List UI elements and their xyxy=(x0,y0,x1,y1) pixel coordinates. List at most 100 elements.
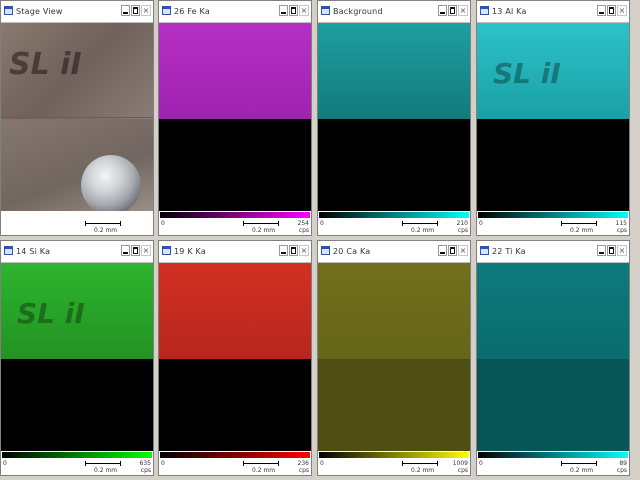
window-titlebar[interactable]: 22 Ti Ka × xyxy=(477,241,629,263)
scale-bar-label: 0.2 mm xyxy=(252,227,276,234)
stage-crosshair-horizontal xyxy=(1,117,153,118)
window-titlebar[interactable]: 20 Ca Ka × xyxy=(318,241,470,263)
colorbar-min-label: 0 xyxy=(320,460,324,467)
close-button[interactable]: × xyxy=(617,5,627,16)
maximize-button[interactable] xyxy=(289,245,298,256)
scale-bar-label: 0.2 mm xyxy=(570,227,594,234)
window-title: 13 Al Ka xyxy=(492,7,527,16)
colorbar-unit-label: cps xyxy=(298,467,309,474)
minimize-button[interactable] xyxy=(438,5,447,16)
colorbar-unit-label: cps xyxy=(298,227,309,234)
maximize-button[interactable] xyxy=(448,245,457,256)
map-lower-region xyxy=(1,359,153,451)
minimize-button[interactable] xyxy=(121,245,130,256)
scale-bar-line xyxy=(561,221,597,226)
maximize-button[interactable] xyxy=(607,245,616,256)
window-titlebar[interactable]: 19 K Ka × xyxy=(159,241,311,263)
minimize-button[interactable] xyxy=(438,245,447,256)
minimize-button[interactable] xyxy=(279,5,288,16)
element-map-image xyxy=(159,263,311,451)
colorbar-unit-label: cps xyxy=(457,467,468,474)
map-footer: 0.2 mm xyxy=(1,211,153,235)
window-icon xyxy=(321,246,330,255)
colorbar-unit-label: cps xyxy=(140,467,151,474)
maximize-button[interactable] xyxy=(131,5,140,16)
element-map-image: SL iI xyxy=(1,23,153,215)
scale-bar-line xyxy=(561,461,597,466)
map-window-ca-ka[interactable]: 20 Ca Ka × 0 1009 cps 0.2 mm xyxy=(317,240,471,476)
window-title: 14 Si Ka xyxy=(16,247,51,256)
sample-marking-text: SL iI xyxy=(9,47,82,82)
map-footer: 0 1009 cps 0.2 mm xyxy=(318,451,470,475)
map-window-stage-view[interactable]: Stage View × SL iI 0.2 mm xyxy=(0,0,154,236)
scale-bar-label: 0.2 mm xyxy=(252,467,276,474)
map-footer: 0 254 cps 0.2 mm xyxy=(159,211,311,235)
window-titlebar[interactable]: Stage View × xyxy=(1,1,153,23)
element-map-image xyxy=(318,23,470,211)
map-upper-region xyxy=(159,23,311,119)
map-window-background[interactable]: Background × 0 210 cps 0.2 mm xyxy=(317,0,471,236)
intensity-colorbar xyxy=(478,452,628,458)
scale-bar-label: 0.2 mm xyxy=(94,467,118,474)
sample-marking-text: SL iI xyxy=(493,57,561,90)
element-map-image xyxy=(159,23,311,211)
map-lower-region xyxy=(159,359,311,451)
window-title: 22 Ti Ka xyxy=(492,247,526,256)
close-button[interactable]: × xyxy=(458,5,468,16)
colorbar-min-label: 0 xyxy=(320,220,324,227)
minimize-button[interactable] xyxy=(279,245,288,256)
sample-marking-text: SL iI xyxy=(17,297,85,330)
maximize-button[interactable] xyxy=(131,245,140,256)
scale-bar-label: 0.2 mm xyxy=(411,467,435,474)
window-titlebar[interactable]: 26 Fe Ka × xyxy=(159,1,311,23)
window-icon xyxy=(4,246,13,255)
window-title: 20 Ca Ka xyxy=(333,247,371,256)
colorbar-min-label: 0 xyxy=(161,220,165,227)
map-upper-region xyxy=(318,263,470,359)
map-window-fe-ka[interactable]: 26 Fe Ka × 0 254 cps 0.2 mm xyxy=(158,0,312,236)
colorbar-max-label: 236 xyxy=(297,460,309,467)
minimize-button[interactable] xyxy=(597,5,606,16)
map-upper-region xyxy=(159,263,311,359)
close-button[interactable]: × xyxy=(617,245,627,256)
close-button[interactable]: × xyxy=(458,245,468,256)
intensity-colorbar xyxy=(160,452,310,458)
maximize-button[interactable] xyxy=(607,5,616,16)
stage-reflective-object xyxy=(81,155,141,215)
maximize-button[interactable] xyxy=(448,5,457,16)
maximize-button[interactable] xyxy=(289,5,298,16)
window-icon xyxy=(321,6,330,15)
close-button[interactable]: × xyxy=(299,5,309,16)
map-window-ti-ka[interactable]: 22 Ti Ka × 0 89 cps 0.2 mm xyxy=(476,240,630,476)
map-lower-region xyxy=(159,119,311,211)
window-titlebar[interactable]: Background × xyxy=(318,1,470,23)
scale-bar-label: 0.2 mm xyxy=(570,467,594,474)
map-window-k-ka[interactable]: 19 K Ka × 0 236 cps 0.2 mm xyxy=(158,240,312,476)
colorbar-max-label: 89 xyxy=(619,460,627,467)
intensity-colorbar xyxy=(160,212,310,218)
colorbar-max-label: 254 xyxy=(297,220,309,227)
scale-bar-line xyxy=(402,461,438,466)
map-window-al-ka[interactable]: 13 Al Ka × SL iI 0 115 cps 0.2 mm xyxy=(476,0,630,236)
scale-bar-line xyxy=(85,221,121,226)
intensity-colorbar xyxy=(2,452,152,458)
close-button[interactable]: × xyxy=(141,5,151,16)
window-icon xyxy=(162,6,171,15)
minimize-button[interactable] xyxy=(121,5,130,16)
window-title: 19 K Ka xyxy=(174,247,206,256)
colorbar-min-label: 0 xyxy=(479,460,483,467)
window-title: 26 Fe Ka xyxy=(174,7,210,16)
window-icon xyxy=(480,246,489,255)
intensity-colorbar xyxy=(478,212,628,218)
map-window-si-ka[interactable]: 14 Si Ka × SL iI 0 635 cps 0.2 mm xyxy=(0,240,154,476)
window-titlebar[interactable]: 14 Si Ka × xyxy=(1,241,153,263)
window-icon xyxy=(480,6,489,15)
map-lower-region xyxy=(477,119,629,211)
close-button[interactable]: × xyxy=(141,245,151,256)
map-upper-region xyxy=(477,263,629,359)
minimize-button[interactable] xyxy=(597,245,606,256)
close-button[interactable]: × xyxy=(299,245,309,256)
window-titlebar[interactable]: 13 Al Ka × xyxy=(477,1,629,23)
scale-bar-line xyxy=(85,461,121,466)
scale-bar-line xyxy=(243,221,279,226)
